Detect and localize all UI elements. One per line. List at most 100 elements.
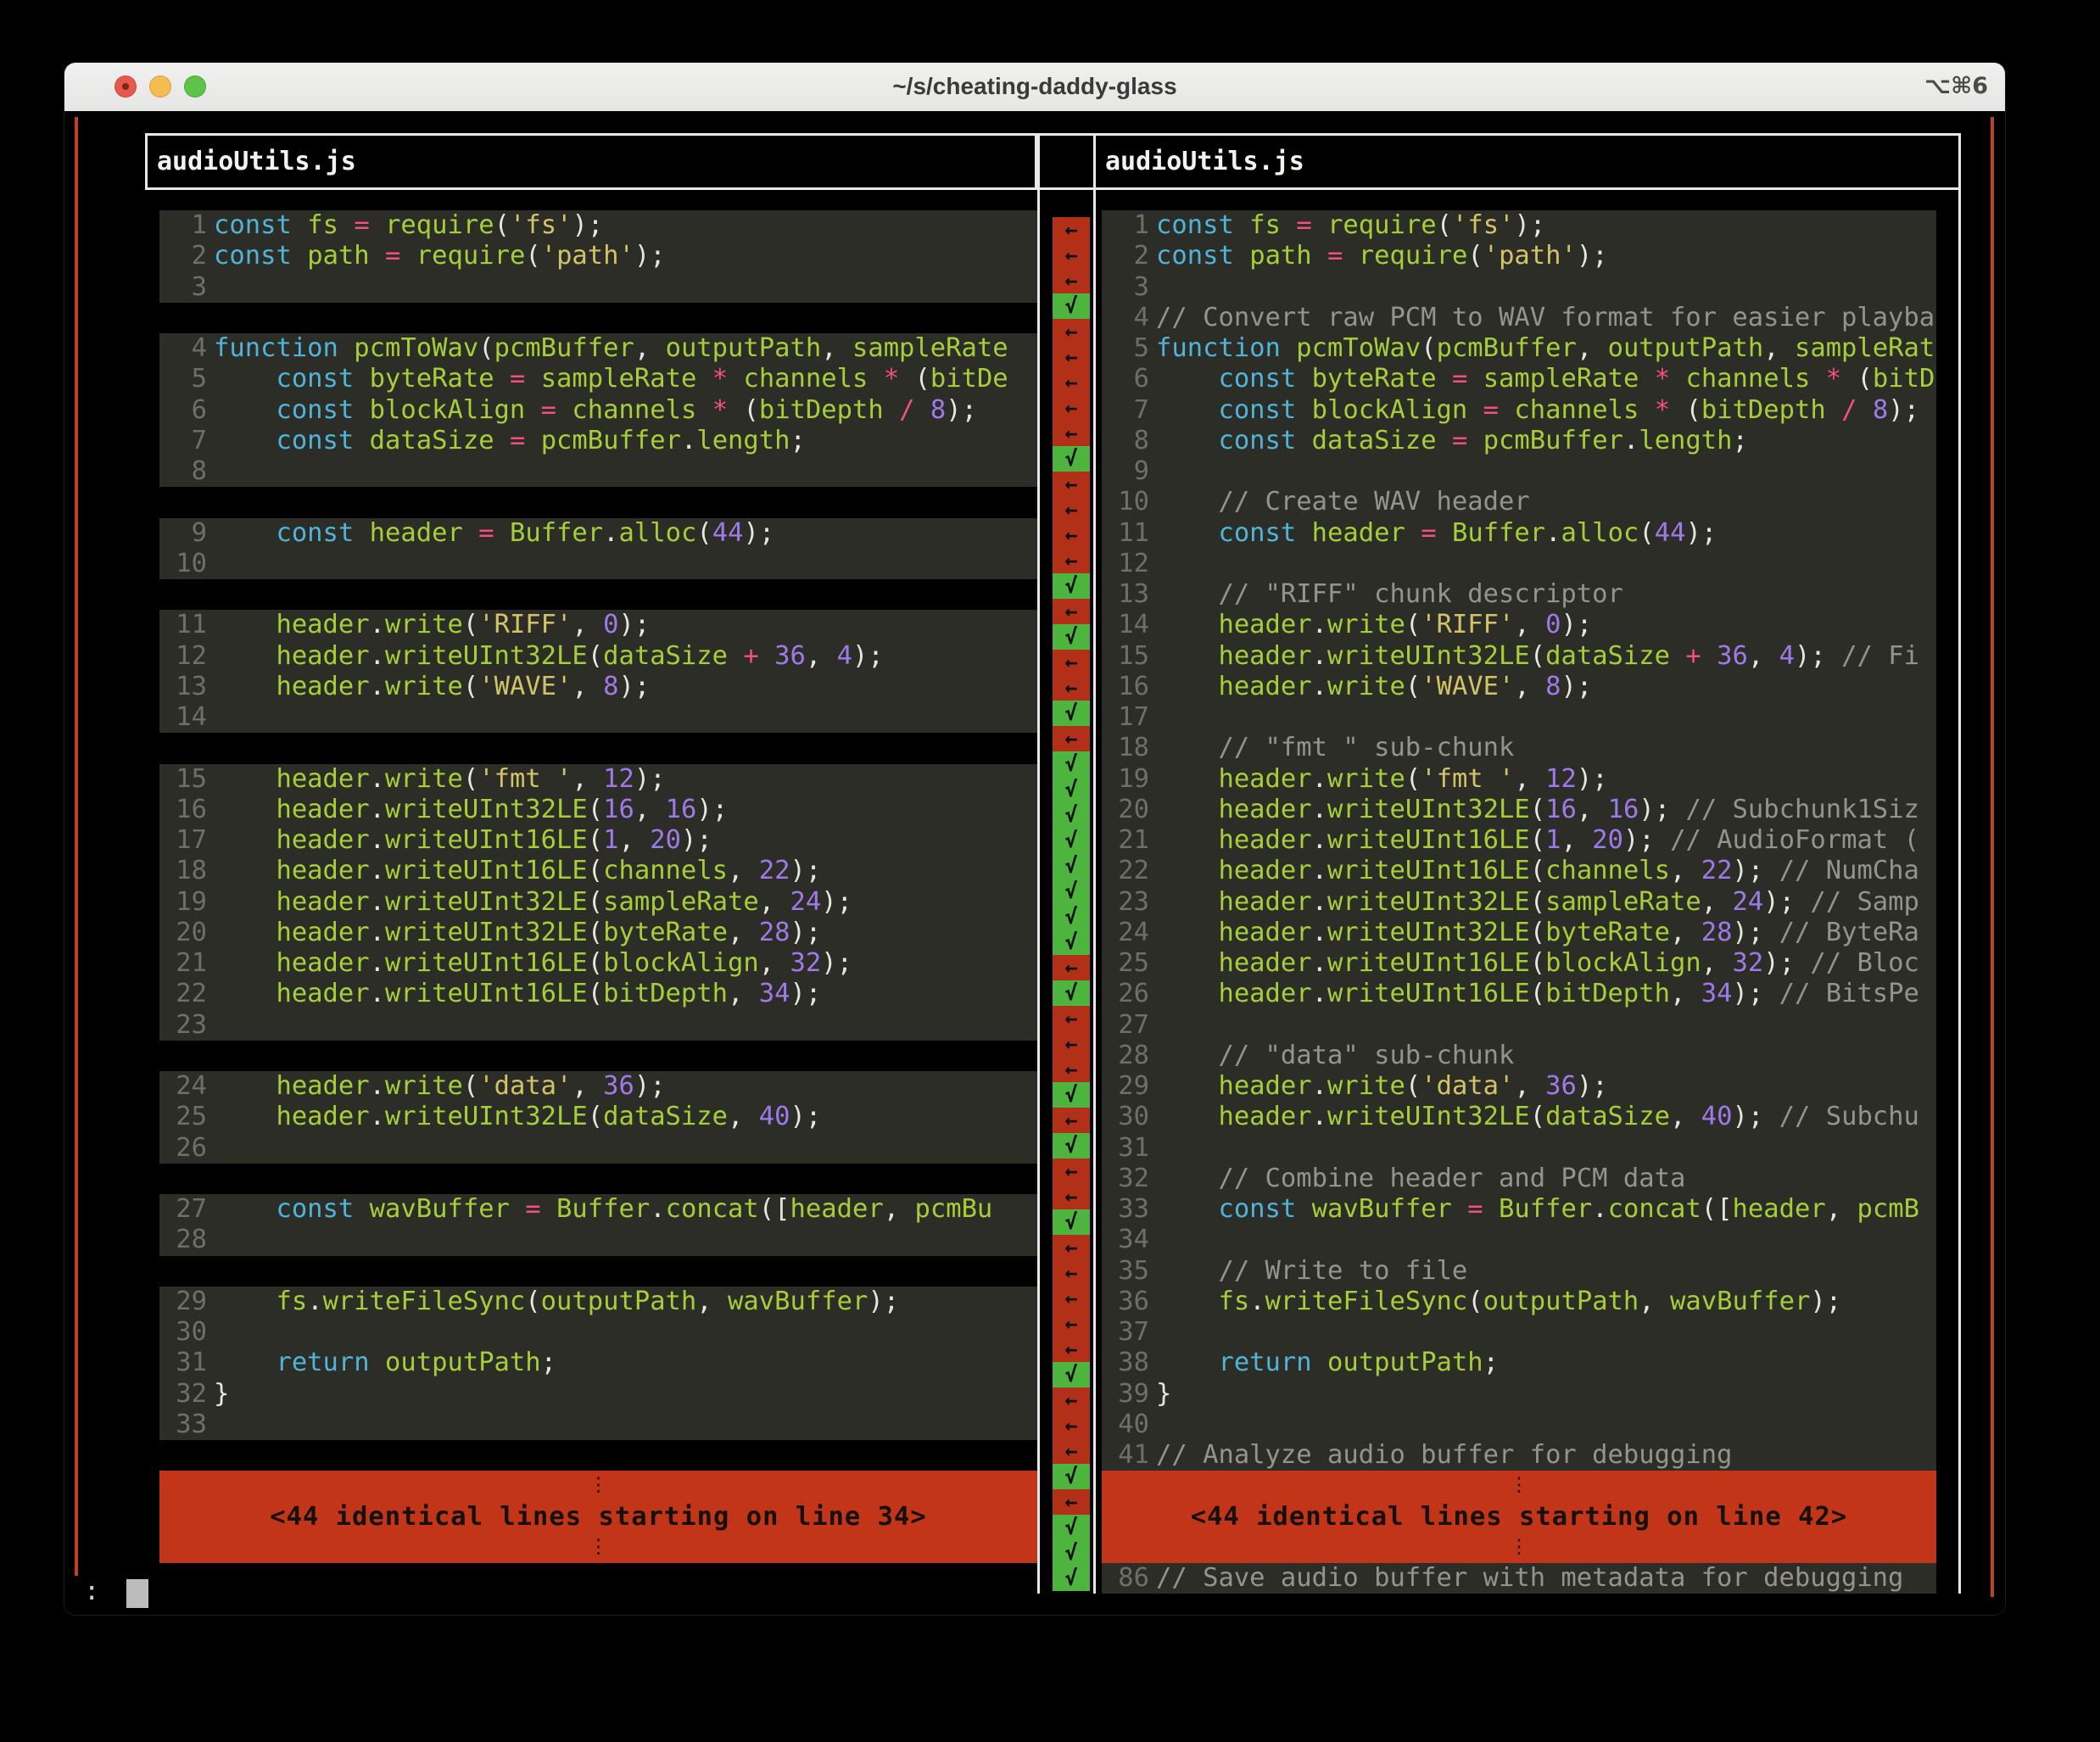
diff-hunk: 11 header.write('RIFF', 0);12 header.wri… [159, 610, 1037, 733]
code-line: 4function pcmToWav(pcmBuffer, outputPath… [163, 333, 1037, 364]
code-line: 9 [1105, 456, 1936, 487]
ellipsis-icon: ⋮ [1102, 1471, 1936, 1501]
merge-left-arrow-icon: ← [1053, 599, 1090, 624]
line-number: 18 [1105, 733, 1149, 763]
merge-left-arrow-icon: ← [1053, 472, 1090, 497]
match-check-icon: √ [1053, 446, 1090, 472]
left-red-border [75, 117, 78, 1576]
line-number: 3 [1105, 272, 1149, 303]
code-line: 3 [163, 272, 1037, 303]
code-line: 11 header.write('RIFF', 0); [163, 610, 1037, 640]
diff-hunk: 29 fs.writeFileSync(outputPath, wavBuffe… [159, 1287, 1037, 1440]
diff-hunk: 24 header.write('data', 36);25 header.wr… [159, 1071, 1037, 1164]
ellipsis-icon: ⋮ [1102, 1533, 1936, 1563]
merge-left-arrow-icon: ← [1053, 650, 1090, 675]
line-number: 17 [163, 825, 207, 856]
match-check-icon: √ [1053, 1515, 1090, 1540]
ellipsis-icon: ⋮ [159, 1533, 1037, 1563]
line-number: 25 [1105, 948, 1149, 979]
identical-lines-banner: ⋮<44 identical lines starting on line 34… [159, 1471, 1037, 1563]
diff-hunk: 4function pcmToWav(pcmBuffer, outputPath… [159, 333, 1037, 487]
titlebar[interactable]: ~/s/cheating-daddy-glass ⌥⌘6 [64, 63, 2005, 113]
code-line: 13 // "RIFF" chunk descriptor [1105, 579, 1936, 610]
line-number: 13 [163, 672, 207, 702]
merge-left-arrow-icon: ← [1053, 319, 1090, 344]
pager-prompt: : [84, 1577, 99, 1607]
merge-left-arrow-icon: ← [1053, 548, 1090, 573]
code-line: 32 // Combine header and PCM data [1105, 1164, 1936, 1194]
line-number: 15 [163, 764, 207, 795]
desktop: ~/s/cheating-daddy-glass ⌥⌘6 audioUtils.… [0, 0, 2100, 1742]
code-line: 86// Save audio buffer with metadata for… [1105, 1563, 1936, 1594]
line-number: 21 [163, 948, 207, 979]
merge-left-arrow-icon: ← [1053, 217, 1090, 243]
code-line: 12 [1105, 549, 1936, 579]
code-line: 1const fs = require('fs'); [163, 210, 1037, 241]
diff-hunk: 1const fs = require('fs');2const path = … [159, 210, 1037, 303]
code-line: 24 header.writeUInt32LE(byteRate, 28); /… [1105, 918, 1936, 948]
line-number: 24 [1105, 918, 1149, 948]
diff-right-pane[interactable]: 1const fs = require('fs');2const path = … [1102, 111, 1936, 1615]
code-line: 21 header.writeUInt16LE(blockAlign, 32); [163, 948, 1037, 979]
code-line: 25 header.writeUInt16LE(blockAlign, 32);… [1105, 948, 1936, 979]
code-line: 22 header.writeUInt16LE(bitDepth, 34); [163, 979, 1037, 1009]
code-line: 15 header.write('fmt ', 12); [163, 764, 1037, 795]
merge-left-arrow-icon: ← [1053, 1235, 1090, 1260]
line-number: 10 [163, 549, 207, 579]
line-number: 9 [163, 518, 207, 549]
merge-left-arrow-icon: ← [1053, 497, 1090, 522]
code-line: 4// Convert raw PCM to WAV format for ea… [1105, 303, 1936, 333]
code-line: 35 // Write to file [1105, 1256, 1936, 1287]
identical-lines-banner: ⋮<44 identical lines starting on line 42… [1102, 1471, 1936, 1563]
match-check-icon: √ [1053, 293, 1090, 319]
code-line: 19 header.writeUInt32LE(sampleRate, 24); [163, 887, 1037, 918]
merge-left-arrow-icon: ← [1053, 243, 1090, 268]
line-number: 38 [1105, 1348, 1149, 1378]
code-line: 11 const header = Buffer.alloc(44); [1105, 518, 1936, 549]
merge-left-arrow-icon: ← [1053, 1057, 1090, 1082]
merge-left-arrow-icon: ← [1053, 1286, 1090, 1311]
code-line: 25 header.writeUInt32LE(dataSize, 40); [163, 1102, 1037, 1132]
merge-left-arrow-icon: ← [1053, 1159, 1090, 1184]
code-line: 9 const header = Buffer.alloc(44); [163, 518, 1037, 549]
diff-hunk: 86// Save audio buffer with metadata for… [1102, 1563, 1936, 1594]
line-number: 36 [1105, 1287, 1149, 1317]
code-line: 10 // Create WAV header [1105, 487, 1936, 517]
code-line: 15 header.writeUInt32LE(dataSize + 36, 4… [1105, 641, 1936, 672]
line-number: 19 [163, 887, 207, 918]
diff-left-pane[interactable]: 1const fs = require('fs');2const path = … [159, 111, 1037, 1615]
line-number: 13 [1105, 579, 1149, 610]
line-number: 15 [1105, 641, 1149, 672]
code-line: 41// Analyze audio buffer for debugging [1105, 1440, 1936, 1471]
line-number: 4 [1105, 303, 1149, 333]
diff-hunk: 9 const header = Buffer.alloc(44);10 [159, 518, 1037, 580]
line-number: 12 [1105, 549, 1149, 579]
line-number: 30 [1105, 1102, 1149, 1132]
code-line: 6 const blockAlign = channels * (bitDept… [163, 395, 1037, 426]
code-line: 5function pcmToWav(pcmBuffer, outputPath… [1105, 333, 1936, 364]
terminal-cursor[interactable] [126, 1579, 148, 1608]
merge-left-arrow-icon: ← [1053, 1387, 1090, 1413]
line-number: 16 [1105, 672, 1149, 702]
separator-right-edge [1958, 133, 1961, 1594]
merge-left-arrow-icon: ← [1053, 268, 1090, 293]
match-check-icon: √ [1053, 930, 1090, 955]
merge-left-arrow-icon: ← [1053, 1337, 1090, 1362]
code-line: 31 [1105, 1133, 1936, 1164]
merge-left-arrow-icon: ← [1053, 1413, 1090, 1438]
match-check-icon: √ [1053, 751, 1090, 777]
code-line: 23 [163, 1010, 1037, 1041]
line-number: 41 [1105, 1440, 1149, 1471]
line-number: 17 [1105, 702, 1149, 733]
merge-left-arrow-icon: ← [1053, 421, 1090, 446]
diff-hunk: 1const fs = require('fs');2const path = … [1102, 210, 1936, 1471]
line-number: 6 [1105, 364, 1149, 394]
code-line: 16 header.write('WAVE', 8); [1105, 672, 1936, 702]
code-line: 7 const blockAlign = channels * (bitDept… [1105, 395, 1936, 426]
line-number: 22 [1105, 856, 1149, 886]
diff-merge-gutter: ←←←√←←←←←√←←←←√←√←←√←√√√√√√√√←√←←←√←√←←√… [1053, 111, 1090, 1615]
line-number: 7 [163, 426, 207, 456]
match-check-icon: √ [1053, 777, 1090, 802]
merge-left-arrow-icon: ← [1053, 1031, 1090, 1057]
line-number: 1 [1105, 210, 1149, 241]
